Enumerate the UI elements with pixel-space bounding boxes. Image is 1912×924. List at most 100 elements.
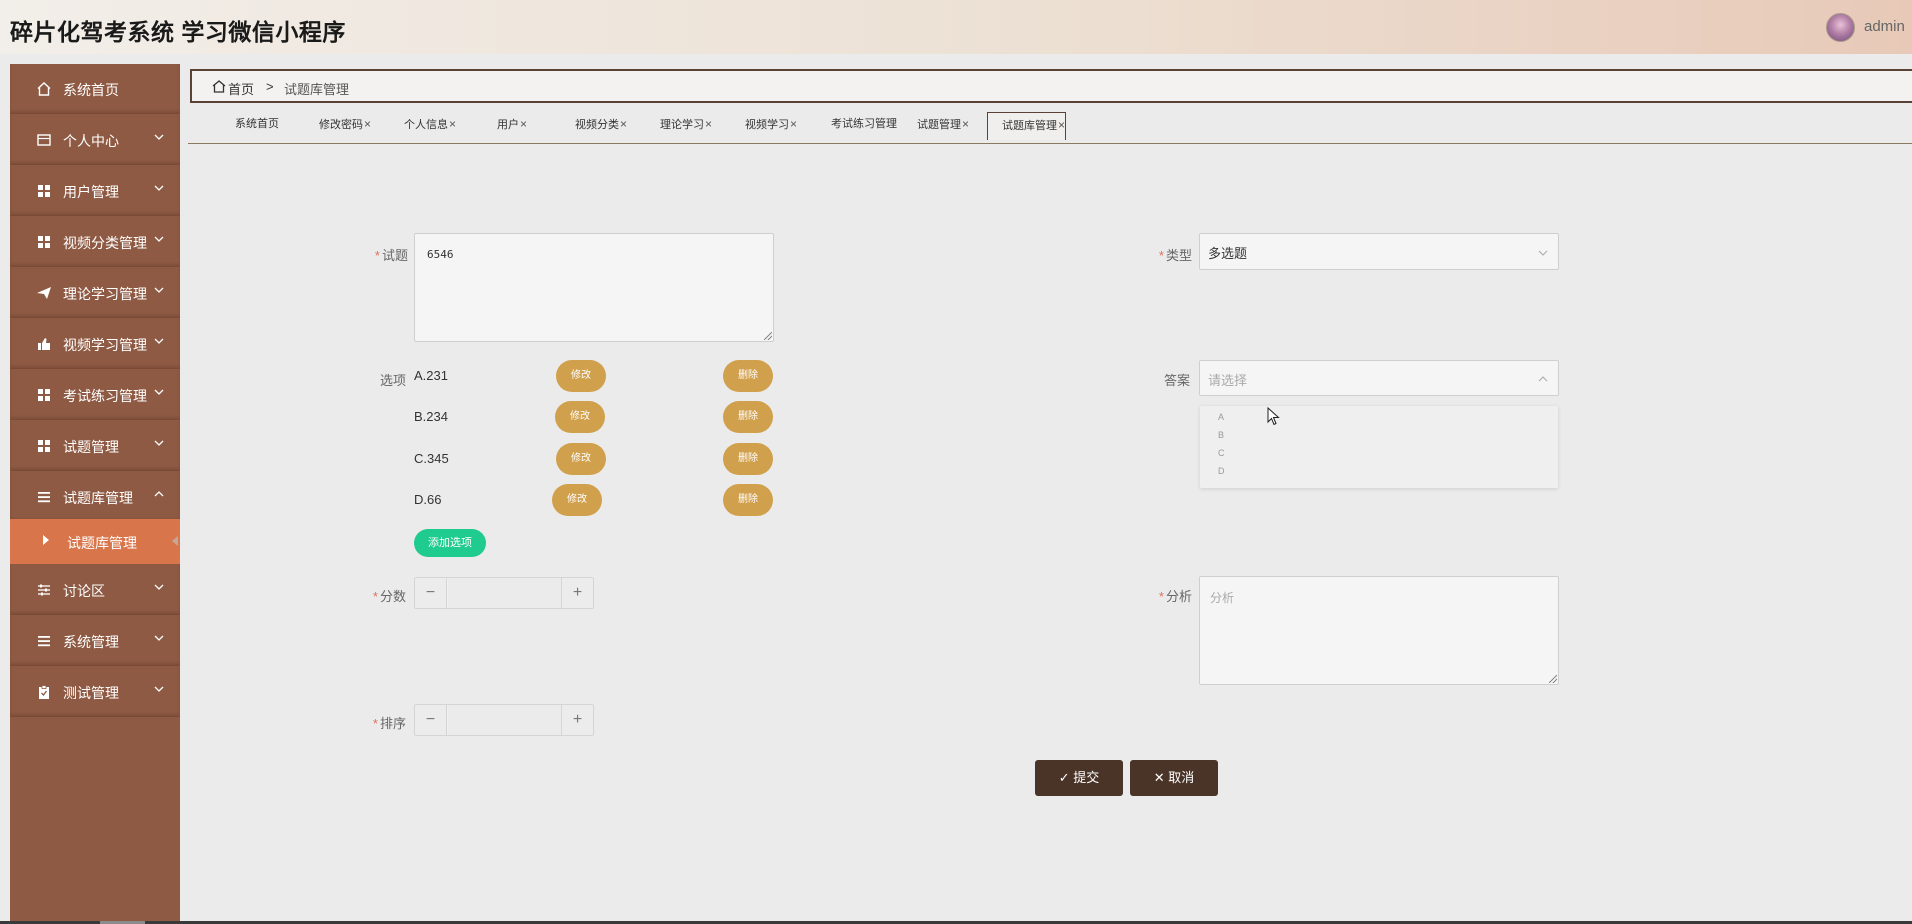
minus-icon[interactable]: − <box>415 578 447 608</box>
check-icon: ✓ <box>1058 770 1074 785</box>
tab-label: 视频分类 <box>575 119 619 131</box>
option-c: C.345 <box>414 451 449 466</box>
grid-icon <box>38 185 50 197</box>
tab-system-home[interactable]: 系统首页 <box>235 112 279 138</box>
delete-option-a-button[interactable]: 删除 <box>723 360 773 392</box>
chevron-up-icon <box>1538 376 1548 382</box>
plus-icon[interactable]: + <box>561 578 593 608</box>
avatar[interactable] <box>1826 13 1855 42</box>
sidebar-item-system[interactable]: 系统管理 <box>10 616 180 666</box>
breadcrumb-home[interactable]: 首页 <box>228 79 254 98</box>
sidebar-item-test[interactable]: 测试管理 <box>10 667 180 717</box>
sidebar-item-forum[interactable]: 讨论区 <box>10 565 180 615</box>
tab-personal-info[interactable]: 个人信息× <box>404 112 456 138</box>
clipboard-icon <box>39 685 49 699</box>
sidebar-item-theory-study[interactable]: 理论学习管理 <box>10 268 180 318</box>
resize-handle[interactable] <box>764 332 772 340</box>
tab-change-password[interactable]: 修改密码× <box>319 112 371 138</box>
sidebar-item-video-category[interactable]: 视频分类管理 <box>10 217 180 267</box>
grid-icon <box>38 236 50 248</box>
chevron-down-icon <box>154 185 164 191</box>
tab-video-study[interactable]: 视频学习× <box>745 112 797 138</box>
minus-icon[interactable]: − <box>415 705 447 735</box>
sidebar-item-exam-practice[interactable]: 考试练习管理 <box>10 370 180 420</box>
score-stepper[interactable]: − + <box>414 577 594 609</box>
sidebar-item-label: 试题库管理 <box>63 490 133 506</box>
username[interactable]: admin <box>1864 18 1905 35</box>
sidebar-item-users[interactable]: 用户管理 <box>10 166 180 216</box>
chevron-down-icon <box>154 389 164 395</box>
close-icon[interactable]: × <box>962 117 969 131</box>
edit-option-c-button[interactable]: 修改 <box>556 443 606 475</box>
answer-choice-b[interactable]: B <box>1218 430 1224 440</box>
sidebar-item-label: 个人中心 <box>63 133 119 149</box>
home-icon <box>212 80 226 93</box>
answer-choice-a[interactable]: A <box>1218 412 1224 422</box>
tab-user[interactable]: 用户× <box>497 112 527 138</box>
tab-label: 试题库管理 <box>1002 120 1057 132</box>
edit-option-d-button[interactable]: 修改 <box>552 484 602 516</box>
sidebar-item-label: 讨论区 <box>63 583 105 599</box>
score-input[interactable] <box>448 578 561 608</box>
order-label: * 排序 <box>372 716 406 731</box>
chevron-down-icon <box>154 287 164 293</box>
analysis-textarea[interactable]: 分析 <box>1199 576 1559 685</box>
sidebar-item-video-study[interactable]: 视频学习管理 <box>10 319 180 369</box>
plus-icon[interactable]: + <box>561 705 593 735</box>
question-label: * 试题 <box>374 248 408 263</box>
tab-label: 考试练习管理 <box>831 118 897 130</box>
type-select-value: 多选题 <box>1208 246 1248 261</box>
tab-video-category[interactable]: 视频分类× <box>575 112 627 138</box>
close-icon[interactable]: × <box>364 117 371 131</box>
cancel-button[interactable]: ✕ 取消 <box>1130 760 1218 796</box>
question-value: 6546 <box>427 248 454 261</box>
close-icon[interactable]: × <box>449 117 456 131</box>
edit-option-a-button[interactable]: 修改 <box>556 360 606 392</box>
sidebar-item-questions[interactable]: 试题管理 <box>10 421 180 471</box>
delete-option-b-button[interactable]: 删除 <box>723 401 773 433</box>
answer-placeholder: 请选择 <box>1208 373 1248 388</box>
answer-choice-c[interactable]: C <box>1218 448 1225 458</box>
submit-button[interactable]: ✓ 提交 <box>1035 760 1123 796</box>
tab-question-bank[interactable]: 试题库管理× <box>987 112 1067 140</box>
order-stepper[interactable]: − + <box>414 704 594 736</box>
tab-label: 修改密码 <box>319 119 363 131</box>
card-icon <box>37 134 51 146</box>
sidebar-item-home[interactable]: 系统首页 <box>10 64 180 114</box>
sidebar-subitem-question-bank[interactable]: 试题库管理 <box>10 519 180 564</box>
sidebar-item-personal-center[interactable]: 个人中心 <box>10 115 180 165</box>
option-d: D.66 <box>414 492 442 507</box>
top-header: 碎片化驾考系统 学习微信小程序 admin <box>0 0 1912 54</box>
tab-question-management[interactable]: 试题管理× <box>917 112 969 138</box>
close-icon[interactable]: × <box>620 117 627 131</box>
chevron-down-icon <box>1538 250 1548 256</box>
tab-theory-study[interactable]: 理论学习× <box>660 112 712 138</box>
edit-option-b-button[interactable]: 修改 <box>555 401 605 433</box>
grid-icon <box>38 440 50 452</box>
add-option-button[interactable]: 添加选项 <box>414 529 486 557</box>
type-select[interactable]: 多选题 <box>1199 233 1559 270</box>
delete-option-d-button[interactable]: 删除 <box>723 484 773 516</box>
chevron-up-icon <box>154 491 164 497</box>
close-icon[interactable]: × <box>1058 118 1065 132</box>
order-input[interactable] <box>448 705 561 735</box>
tab-exam-practice[interactable]: 考试练习管理 <box>831 112 906 138</box>
sidebar-item-question-bank[interactable]: 试题库管理 <box>10 472 180 522</box>
answer-label: 答案 <box>1163 373 1190 388</box>
caret-right-icon <box>43 535 49 545</box>
sidebar-item-label: 用户管理 <box>63 184 119 200</box>
grid-icon <box>38 389 50 401</box>
delete-option-c-button[interactable]: 删除 <box>723 443 773 475</box>
tab-label: 系统首页 <box>235 118 279 130</box>
close-icon[interactable]: × <box>520 117 527 131</box>
answer-choice-d[interactable]: D <box>1218 466 1225 476</box>
close-icon[interactable]: × <box>790 117 797 131</box>
list-icon <box>38 636 50 647</box>
chevron-down-icon <box>154 338 164 344</box>
answer-select[interactable]: 请选择 <box>1199 360 1559 396</box>
resize-handle[interactable] <box>1549 675 1557 683</box>
close-icon[interactable]: × <box>705 117 712 131</box>
chevron-down-icon <box>154 440 164 446</box>
question-textarea[interactable]: 6546 <box>414 233 774 342</box>
chevron-down-icon <box>154 635 164 641</box>
